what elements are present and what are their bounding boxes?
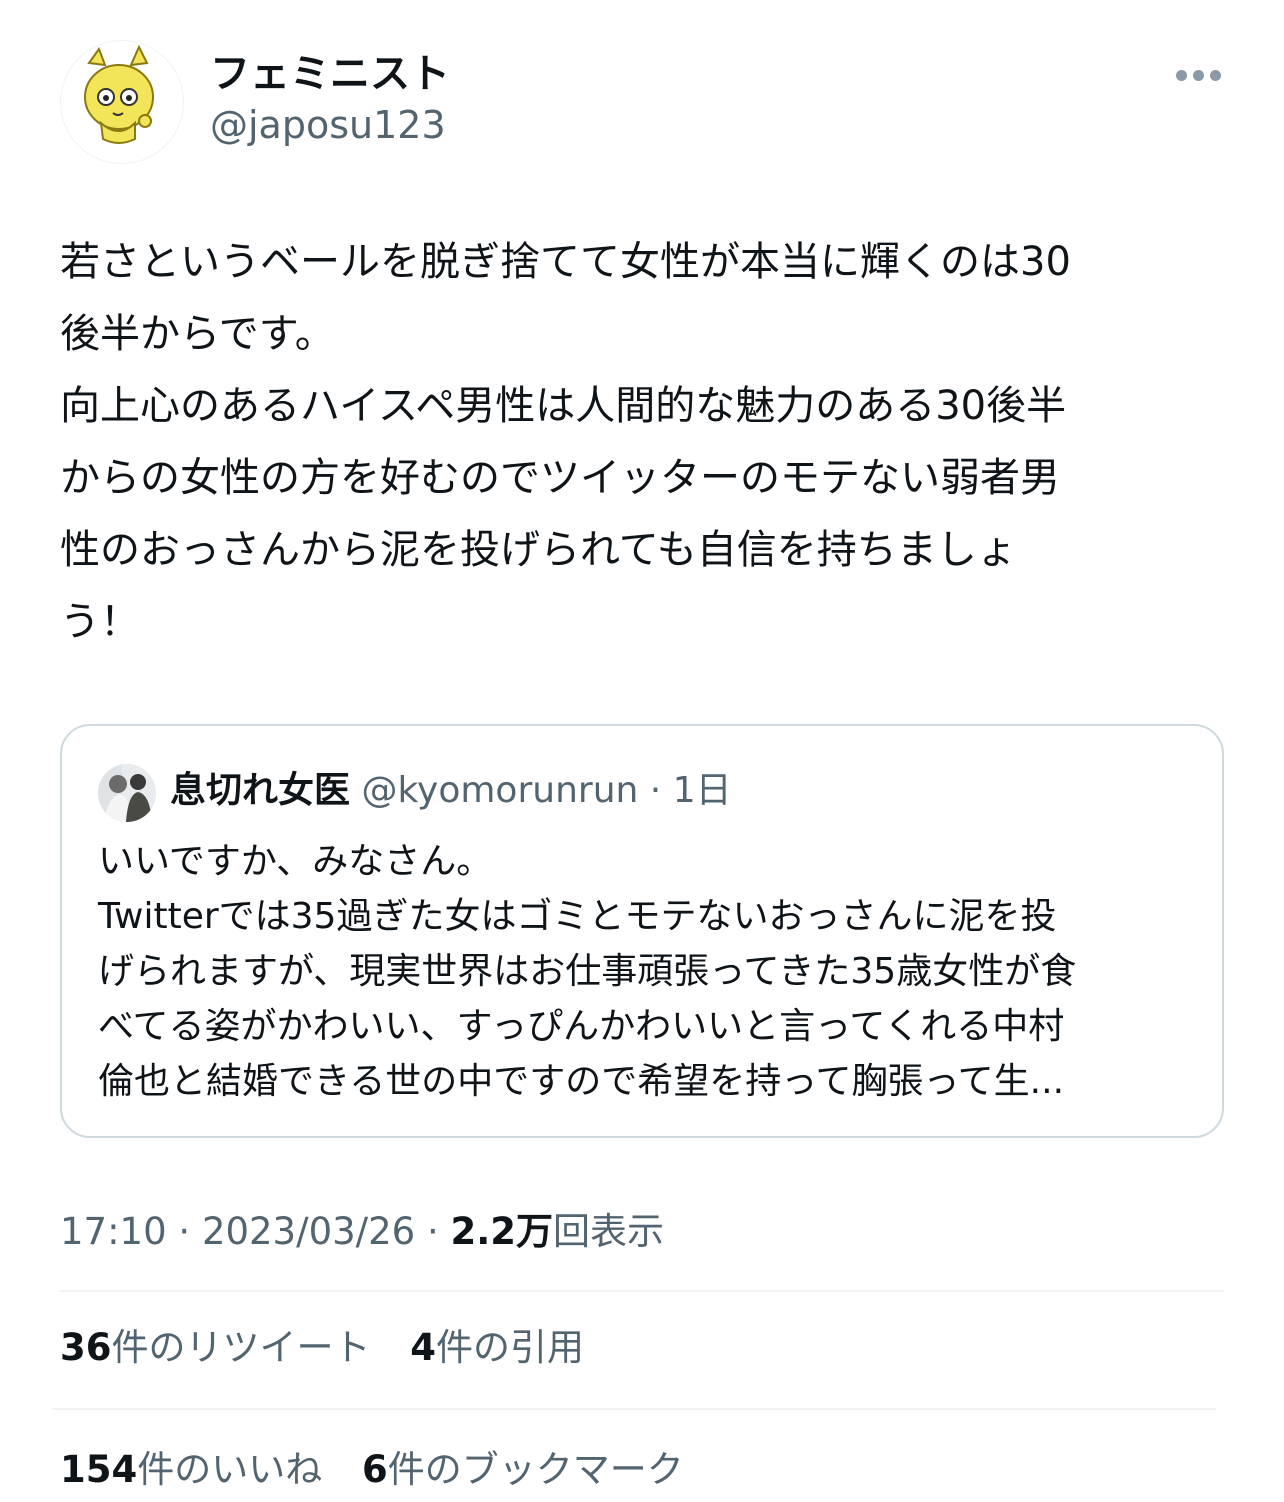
tweet-line: う！ bbox=[60, 599, 140, 645]
quote-author-handle[interactable]: @kyomorunrun bbox=[361, 770, 638, 811]
author-avatar[interactable] bbox=[60, 40, 184, 164]
likes-count: 154 bbox=[60, 1448, 138, 1491]
likes-label: 件のいいね bbox=[137, 1448, 323, 1491]
quote-author-name[interactable]: 息切れ女医 bbox=[170, 770, 350, 811]
stats-row-1: 36件のリツイート 4件の引用 bbox=[60, 1322, 612, 1374]
tweet-header: フェミニスト @japosu123 bbox=[0, 0, 1284, 190]
views-label: 回表示 bbox=[553, 1210, 665, 1253]
author-handle[interactable]: @japosu123 bbox=[210, 100, 446, 150]
bookmarks-label: 件のブックマーク bbox=[387, 1448, 684, 1491]
tweet-date[interactable]: 2023/03/26 bbox=[202, 1210, 415, 1253]
yellow-cartoon-character-icon bbox=[84, 44, 154, 144]
quote-line: 倫也と結婚できる世の中ですので希望を持って胸張って生... bbox=[98, 1061, 1065, 1102]
divider bbox=[60, 1290, 1224, 1292]
retweets-label: 件のリツイート bbox=[111, 1326, 371, 1369]
meta-separator: · bbox=[415, 1210, 451, 1253]
tweet-line: 向上心のあるハイスペ男性は人間的な魅力のある30後半 bbox=[60, 383, 1067, 429]
tweet-text: 若さというベールを脱ぎ捨てて女性が本当に輝くのは30 後半からです。 向上心のあ… bbox=[60, 226, 1220, 658]
quotes-count: 4 bbox=[410, 1326, 437, 1369]
retweets-stat[interactable]: 36件のリツイート bbox=[60, 1326, 371, 1369]
tweet-time[interactable]: 17:10 bbox=[60, 1210, 167, 1253]
quote-line: Twitterでは35過ぎた女はゴミとモテないおっさんに泥を投 bbox=[98, 896, 1057, 937]
stats-row-2: 154件のいいね 6件のブックマーク bbox=[60, 1444, 712, 1496]
tweet-line: 若さというベールを脱ぎ捨てて女性が本当に輝くのは30 bbox=[60, 239, 1071, 285]
quote-time[interactable]: 1日 bbox=[673, 770, 732, 811]
more-horizontal-icon[interactable] bbox=[1170, 56, 1226, 96]
retweets-count: 36 bbox=[60, 1326, 112, 1369]
quote-line: いいですか、みなさん。 bbox=[98, 841, 493, 882]
divider bbox=[52, 1408, 1216, 1410]
quote-text: いいですか、みなさん。 Twitterでは35過ぎた女はゴミとモテないおっさんに… bbox=[98, 834, 1188, 1109]
photo-avatar-icon bbox=[98, 764, 156, 822]
quote-separator: · bbox=[649, 770, 662, 811]
tweet-line: 性のおっさんから泥を投げられても自信を持ちましょ bbox=[60, 527, 1017, 573]
bookmarks-count: 6 bbox=[362, 1448, 388, 1491]
quote-tweet-card[interactable]: 息切れ女医 @kyomorunrun · 1日 いいですか、みなさん。 Twit… bbox=[60, 724, 1224, 1138]
quotes-label: 件の引用 bbox=[436, 1326, 585, 1369]
tweet-line: からの女性の方を好むのでツイッターのモテない弱者男 bbox=[60, 455, 1060, 501]
tweet-line: 後半からです。 bbox=[60, 311, 335, 357]
likes-stat[interactable]: 154件のいいね bbox=[60, 1448, 322, 1491]
author-display-name[interactable]: フェミニスト bbox=[210, 48, 450, 100]
quote-line: げられますが、現実世界はお仕事頑張ってきた35歳女性が食 bbox=[98, 951, 1077, 992]
quote-author-avatar[interactable] bbox=[98, 764, 156, 822]
quote-line: べてる姿がかわいい、すっぴんかわいいと言ってくれる中村 bbox=[98, 1006, 1065, 1047]
bookmarks-stat[interactable]: 6件のブックマーク bbox=[362, 1448, 684, 1491]
views-count: 2.2万 bbox=[450, 1210, 554, 1253]
quote-header: 息切れ女医 @kyomorunrun · 1日 bbox=[170, 766, 732, 816]
meta-separator: · bbox=[166, 1210, 202, 1253]
tweet-meta: 17:10 · 2023/03/26 · 2.2万回表示 bbox=[60, 1206, 664, 1258]
quotes-stat[interactable]: 4件の引用 bbox=[410, 1326, 584, 1369]
